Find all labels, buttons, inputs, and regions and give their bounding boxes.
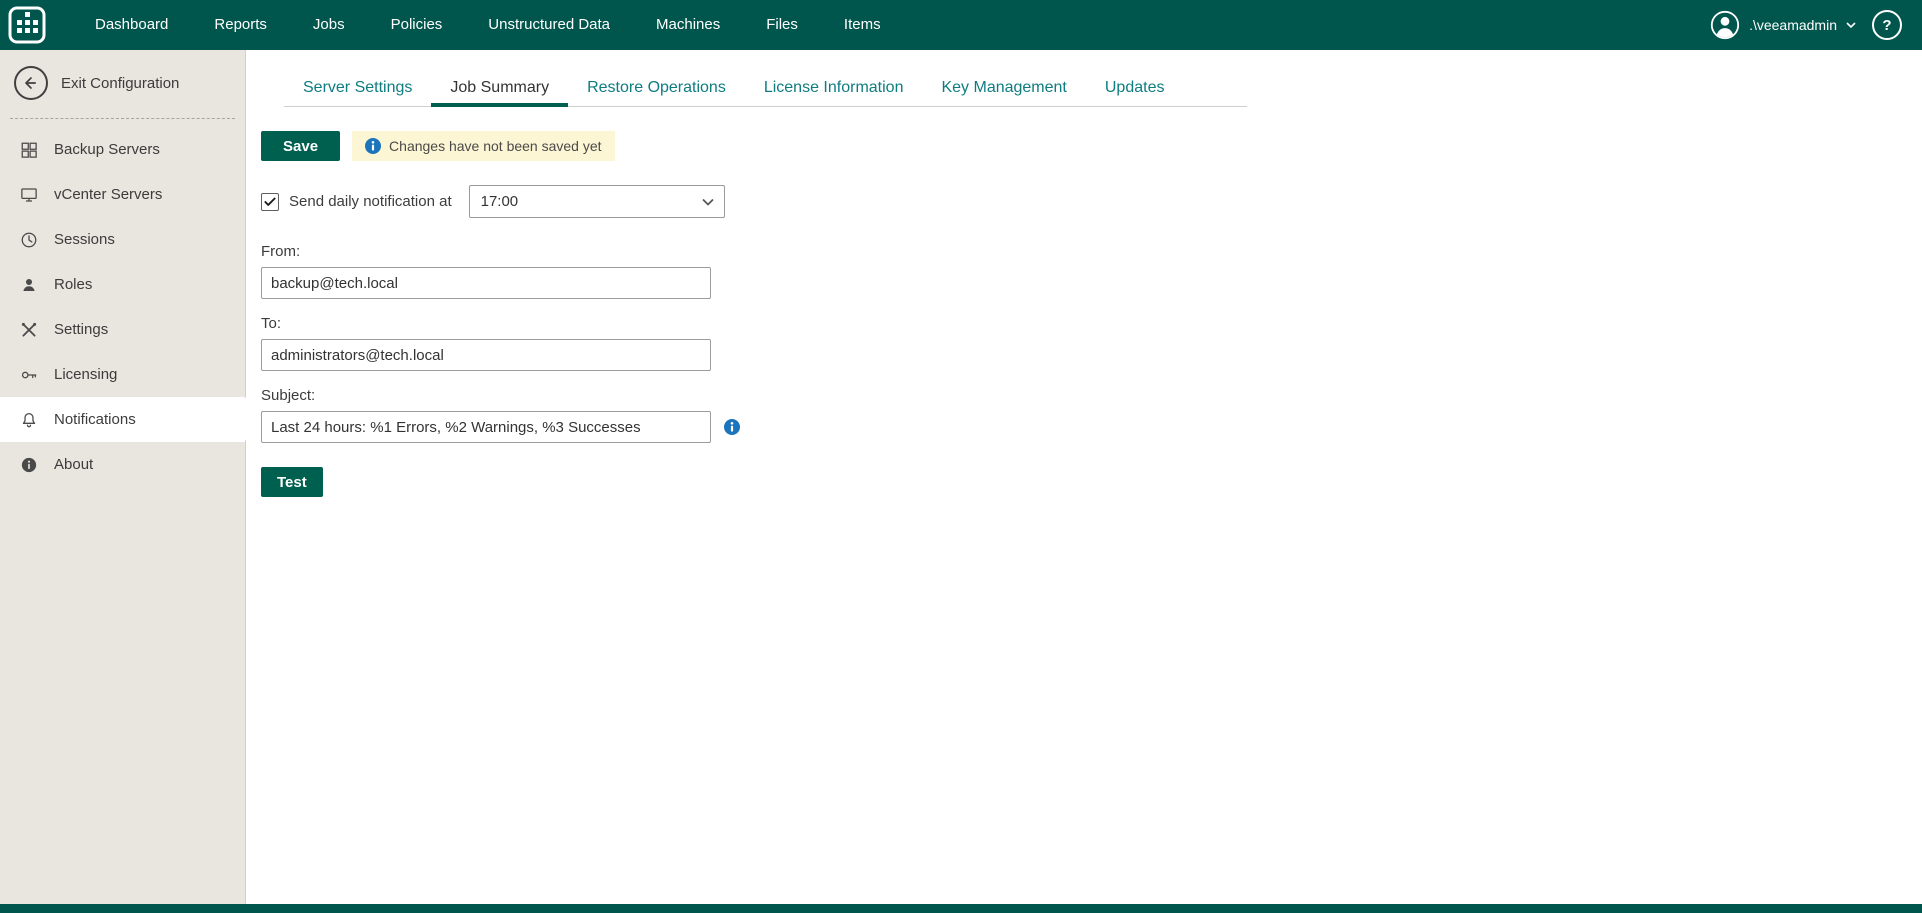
sidebar-item-label: Settings	[54, 321, 109, 338]
info-icon	[365, 138, 382, 154]
save-button[interactable]: Save	[261, 131, 341, 161]
tab-restore-operations[interactable]: Restore Operations	[568, 70, 745, 106]
time-select[interactable]: 17:00	[468, 185, 725, 218]
settings-tools-icon	[19, 320, 39, 340]
main-nav: Dashboard Reports Jobs Policies Unstruct…	[72, 0, 904, 50]
unsaved-changes-text: Changes have not been saved yet	[389, 138, 602, 154]
tab-server-settings[interactable]: Server Settings	[284, 70, 431, 106]
subject-info-icon[interactable]	[724, 419, 740, 435]
from-label: From:	[261, 243, 301, 260]
bottom-accent-bar	[0, 904, 1922, 913]
nav-item-unstructured-data[interactable]: Unstructured Data	[465, 0, 633, 50]
to-label: To:	[261, 315, 282, 332]
vcenter-servers-icon	[19, 185, 39, 205]
to-input[interactable]	[261, 339, 711, 371]
help-question-icon: ?	[1882, 16, 1892, 34]
test-button[interactable]: Test	[261, 467, 323, 497]
sidebar-item-label: About	[54, 456, 94, 473]
nav-item-reports[interactable]: Reports	[191, 0, 290, 50]
sidebar-item-label: Backup Servers	[54, 141, 160, 158]
sidebar-item-label: Sessions	[54, 231, 115, 248]
checkmark-icon	[264, 197, 276, 206]
sidebar-divider	[10, 118, 235, 119]
sidebar-item-settings[interactable]: Settings	[0, 307, 245, 352]
settings-tab-bar: Server Settings Job Summary Restore Oper…	[284, 70, 1247, 107]
sessions-clock-icon	[19, 230, 39, 250]
sidebar-item-licensing[interactable]: Licensing	[0, 352, 245, 397]
avatar-icon	[1710, 10, 1740, 40]
time-select-value: 17:00	[480, 193, 519, 210]
tab-license-information[interactable]: License Information	[745, 70, 923, 106]
about-info-icon	[19, 455, 39, 475]
sidebar-item-label: Roles	[54, 276, 93, 293]
backup-servers-icon	[19, 140, 39, 160]
sidebar-item-label: Notifications	[54, 411, 136, 428]
chevron-down-icon	[1846, 22, 1856, 28]
exit-configuration-button[interactable]: Exit Configuration	[0, 50, 245, 116]
from-input[interactable]	[261, 267, 711, 299]
sidebar-item-notifications[interactable]: Notifications	[0, 397, 258, 442]
subject-label: Subject:	[261, 387, 316, 404]
nav-item-policies[interactable]: Policies	[368, 0, 466, 50]
sidebar-item-backup-servers[interactable]: Backup Servers	[0, 127, 245, 172]
back-arrow-icon	[14, 66, 48, 100]
nav-item-items[interactable]: Items	[821, 0, 904, 50]
tab-key-management[interactable]: Key Management	[922, 70, 1085, 106]
chevron-down-icon	[702, 198, 714, 205]
subject-input[interactable]	[261, 411, 711, 443]
top-bar: Dashboard Reports Jobs Policies Unstruct…	[0, 0, 1922, 50]
configuration-sidebar: Exit Configuration Backup Servers vCente…	[0, 50, 258, 904]
nav-item-files[interactable]: Files	[743, 0, 821, 50]
sidebar-item-label: vCenter Servers	[54, 186, 163, 203]
sidebar-item-sessions[interactable]: Sessions	[0, 217, 245, 262]
veeam-logo-icon	[8, 6, 46, 44]
nav-item-machines[interactable]: Machines	[633, 0, 743, 50]
tab-updates[interactable]: Updates	[1086, 70, 1184, 106]
nav-item-dashboard[interactable]: Dashboard	[72, 0, 191, 50]
help-button[interactable]: ?	[1872, 10, 1902, 40]
roles-person-icon	[19, 275, 39, 295]
notifications-bell-icon	[19, 410, 39, 430]
sidebar-item-about[interactable]: About	[0, 442, 245, 487]
exit-configuration-label: Exit Configuration	[61, 74, 180, 92]
daily-notification-checkbox[interactable]	[261, 192, 279, 211]
sidebar-item-vcenter-servers[interactable]: vCenter Servers	[0, 172, 245, 217]
user-menu[interactable]: .\veeamadmin	[1710, 10, 1856, 40]
nav-item-jobs[interactable]: Jobs	[290, 0, 368, 50]
sidebar-item-roles[interactable]: Roles	[0, 262, 245, 307]
user-name: .\veeamadmin	[1749, 17, 1837, 33]
daily-notification-label[interactable]: Send daily notification at	[289, 193, 452, 210]
unsaved-changes-note: Changes have not been saved yet	[352, 131, 615, 161]
sidebar-item-label: Licensing	[54, 366, 118, 383]
licensing-key-icon	[19, 365, 39, 385]
tab-job-summary[interactable]: Job Summary	[431, 70, 568, 107]
notifications-settings-panel: Server Settings Job Summary Restore Oper…	[247, 50, 1922, 904]
